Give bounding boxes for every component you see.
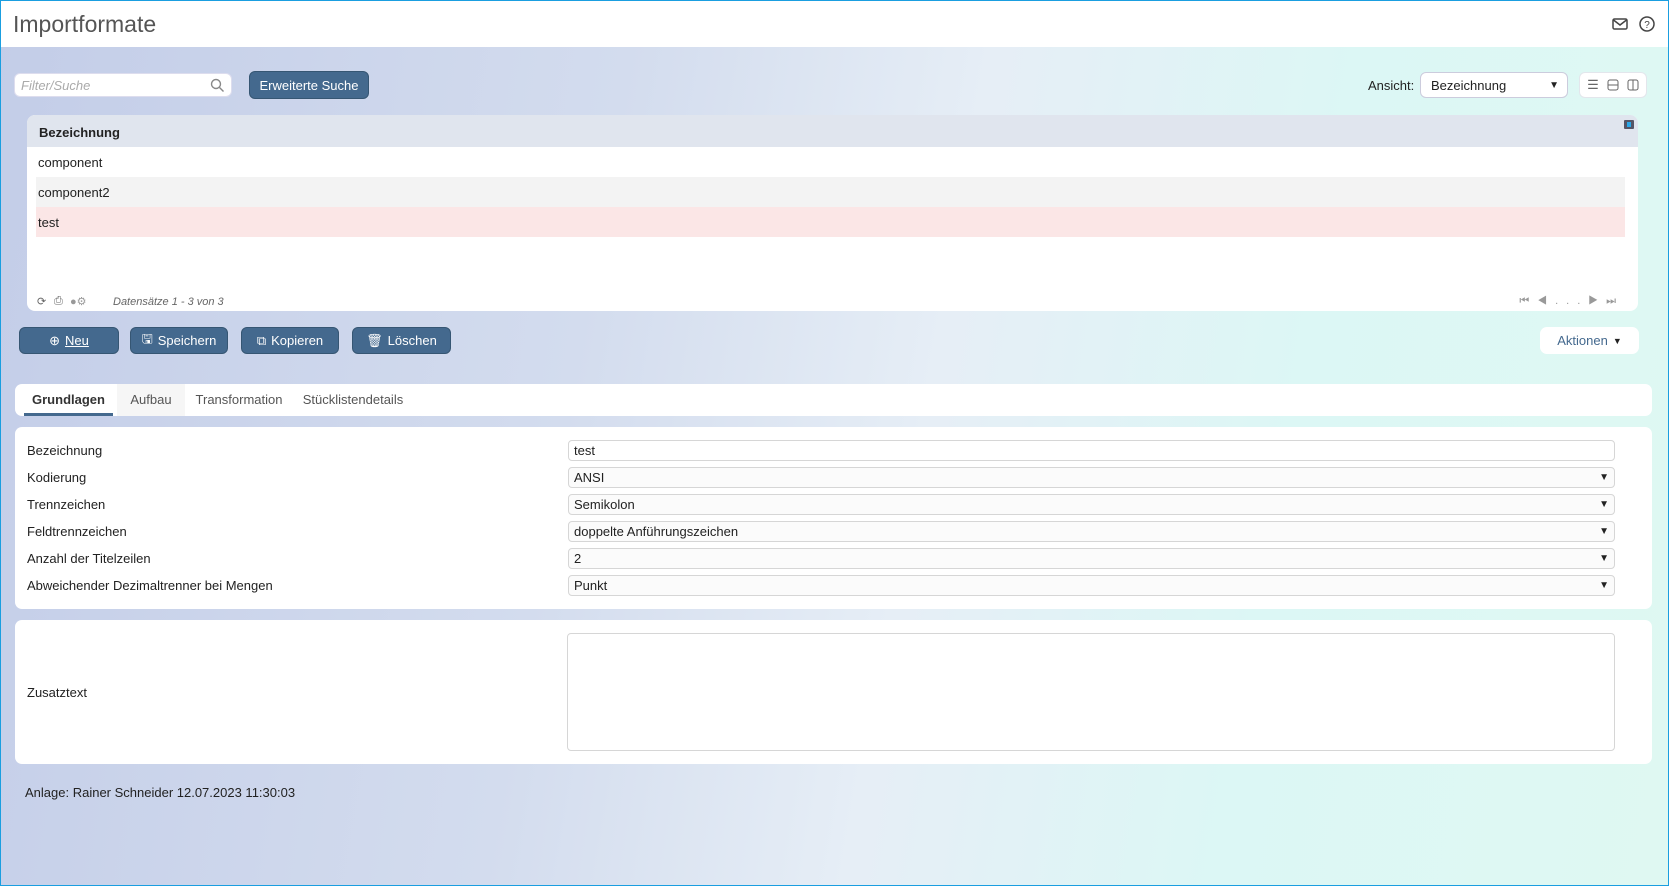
chevron-down-icon: ▼ <box>1599 499 1609 510</box>
mail-icon[interactable] <box>1611 15 1629 33</box>
record-count: Datensätze 1 - 3 von 3 <box>113 296 224 308</box>
tab-stuecklistendetails[interactable]: Stücklistendetails <box>293 384 413 416</box>
view-label: Ansicht: <box>1368 78 1415 93</box>
split-vertical-icon[interactable] <box>1627 79 1639 91</box>
trennzeichen-select[interactable]: Semikolon ▼ <box>568 494 1615 515</box>
tab-grundlagen[interactable]: Grundlagen <box>24 384 113 416</box>
feldtrennzeichen-select[interactable]: doppelte Anführungszeichen ▼ <box>568 521 1615 542</box>
zusatztext-textarea[interactable] <box>567 633 1615 751</box>
chevron-down-icon: ▼ <box>1549 79 1559 91</box>
plus-circle-icon: ⊕ <box>49 332 61 348</box>
chevron-down-icon: ▼ <box>1599 553 1609 564</box>
records-grid: Bezeichnung component component2 test ⟳ … <box>27 115 1638 311</box>
notes-panel: Zusatztext <box>15 620 1652 764</box>
search-icon[interactable] <box>210 78 225 93</box>
chevron-down-icon: ▼ <box>1599 580 1609 591</box>
floppy-icon: 🖫 <box>141 330 153 346</box>
prev-page-icon[interactable]: ◀ <box>1537 295 1555 307</box>
titelzeilen-select[interactable]: 2 ▼ <box>568 548 1615 569</box>
tab-aufbau[interactable]: Aufbau <box>117 384 185 416</box>
created-info: Anlage: Rainer Schneider 12.07.2023 11:3… <box>25 785 296 800</box>
print-icon[interactable]: ⎙ <box>54 295 63 308</box>
help-icon[interactable]: ? <box>1638 15 1656 33</box>
view-mode-toggle: ☰ <box>1579 72 1647 98</box>
actions-dropdown[interactable]: Aktionen ▼ <box>1540 327 1639 354</box>
next-page-icon[interactable]: ▶ <box>1588 295 1606 307</box>
bezeichnung-input[interactable]: test <box>568 440 1615 461</box>
label-kodierung: Kodierung <box>27 470 87 485</box>
label-titelzeilen: Anzahl der Titelzeilen <box>27 551 151 566</box>
label-trennzeichen: Trennzeichen <box>27 497 106 512</box>
new-button[interactable]: ⊕ Neu <box>19 327 119 354</box>
chevron-down-icon: ▼ <box>1599 472 1609 483</box>
last-page-icon[interactable]: ⏭ <box>1606 295 1624 307</box>
delete-button[interactable]: 🗑 Löschen <box>352 327 451 354</box>
label-zusatztext: Zusatztext <box>27 685 87 700</box>
search-field[interactable] <box>14 73 232 97</box>
advanced-search-button[interactable]: Erweiterte Suche <box>249 71 369 99</box>
first-page-icon[interactable]: ⏮ <box>1519 295 1537 307</box>
export-icon[interactable] <box>1624 120 1634 129</box>
settings-icon[interactable]: ●⚙ <box>70 295 87 308</box>
search-input[interactable] <box>15 74 195 96</box>
header: Importformate ? <box>1 1 1668 47</box>
save-button[interactable]: 🖫 Speichern <box>130 327 228 354</box>
refresh-icon[interactable]: ⟳ <box>37 295 46 308</box>
copy-icon: ⧉ <box>256 332 267 348</box>
list-view-icon[interactable]: ☰ <box>1587 77 1599 93</box>
table-row-selected[interactable]: test <box>36 207 1625 237</box>
copy-button[interactable]: ⧉ Kopieren <box>241 327 339 354</box>
dezimaltrenner-select[interactable]: Punkt ▼ <box>568 575 1615 596</box>
column-header-bezeichnung[interactable]: Bezeichnung <box>27 115 1638 147</box>
svg-text:?: ? <box>1644 20 1650 31</box>
trash-icon: 🗑 <box>366 332 383 348</box>
label-feldtrennzeichen: Feldtrennzeichen <box>27 524 127 539</box>
view-select[interactable]: Bezeichnung ▼ <box>1420 72 1568 98</box>
page-title: Importformate <box>13 11 157 37</box>
split-horizontal-icon[interactable] <box>1607 79 1619 91</box>
label-dezimaltrenner: Abweichender Dezimaltrenner bei Mengen <box>27 578 273 593</box>
caret-down-icon: ▼ <box>1612 335 1622 346</box>
table-row[interactable]: component <box>36 147 1625 177</box>
table-row[interactable]: component2 <box>36 177 1625 207</box>
label-bezeichnung: Bezeichnung <box>27 443 103 458</box>
tab-transformation[interactable]: Transformation <box>189 384 289 416</box>
chevron-down-icon: ▼ <box>1599 526 1609 537</box>
kodierung-select[interactable]: ANSI ▼ <box>568 467 1615 488</box>
page-indicator: ... <box>1555 295 1589 307</box>
form-panel: Bezeichnung test Kodierung ANSI ▼ Trennze… <box>15 427 1652 609</box>
tab-bar: Grundlagen Aufbau Transformation Stückli… <box>15 384 1652 416</box>
